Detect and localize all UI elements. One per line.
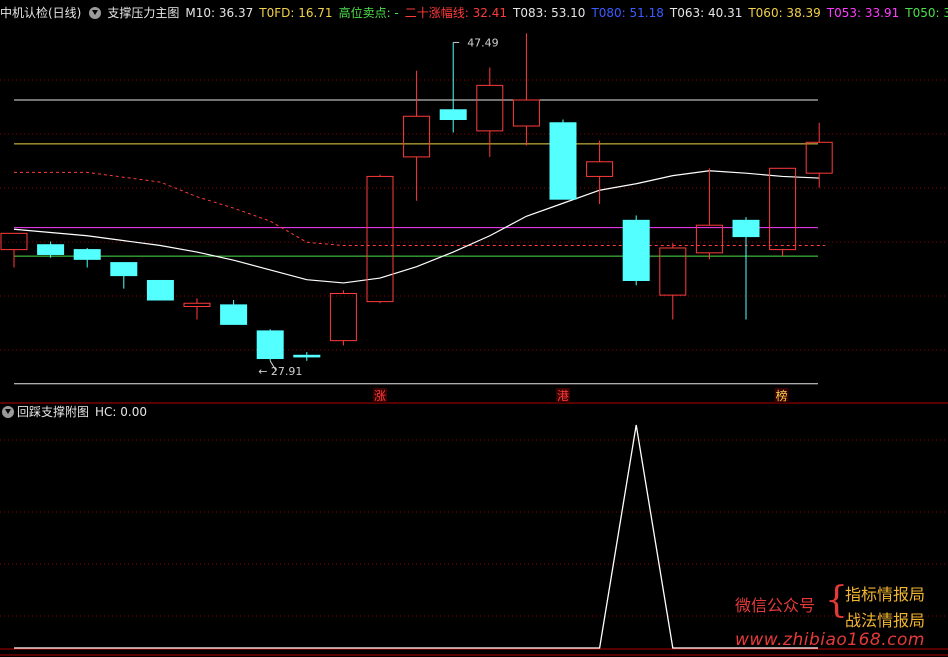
candle-body [549, 122, 577, 200]
candle-body [695, 224, 723, 254]
candle-body [622, 219, 650, 281]
annotation-label-0: 47.49 [467, 36, 499, 49]
header-value-9: T050: 31.99 [905, 6, 948, 20]
candle-body [805, 141, 833, 174]
candle-body [476, 84, 504, 132]
header-values: M10: 36.37 T0FD: 16.71 高位卖点: - 二十涨幅线: 32.41… [185, 6, 948, 20]
event-marker-1: 港 [557, 389, 569, 403]
watermark-wechat: 微信公众号 [735, 596, 816, 615]
header-value-0: M10: 36.37 [185, 6, 254, 20]
watermark: 微信公众号 { 指标情报局 战法情报局 www.zhibiao168.com [735, 578, 945, 656]
chart-canvas[interactable]: 47.49 ← 27.91 涨 港 榜 [0, 0, 948, 657]
candle-body [0, 232, 28, 251]
watermark-url: www.zhibiao168.com [735, 630, 925, 650]
candle-body [293, 354, 321, 358]
header-value-5: T080: 51.18 [591, 6, 664, 20]
candle-body [512, 99, 540, 127]
candle-body [37, 244, 65, 255]
sub-chart-header: 回踩支撑附图 HC: 0.00 [0, 403, 147, 421]
dashed-support-line [14, 171, 826, 247]
hc-line [14, 424, 818, 649]
candle-body [329, 292, 357, 342]
watermark-line2: 战法情报局 [845, 611, 926, 630]
sub-indicator-title[interactable]: 回踩支撑附图 [17, 405, 89, 419]
candle-body [732, 219, 760, 238]
dropdown-icon[interactable] [2, 406, 14, 418]
candle-body [110, 262, 138, 277]
indicator-title[interactable]: 支撑压力主图 [107, 6, 179, 20]
candle-body [769, 167, 797, 251]
event-marker-2: 榜 [776, 388, 788, 403]
header-value-3: 二十涨幅线: 32.41 [404, 6, 507, 20]
header-value-2: 高位卖点: - [338, 6, 399, 20]
stock-title[interactable]: 中机认检(日线) [0, 6, 81, 20]
dropdown-icon[interactable] [89, 7, 102, 19]
candle-body [183, 302, 211, 308]
annotation-label-1: ← 27.91 [258, 365, 302, 378]
candle-body [366, 175, 394, 303]
event-marker-0: 涨 [374, 388, 386, 403]
header-value-4: T083: 53.10 [512, 6, 586, 20]
header-value-8: T053: 33.91 [826, 6, 900, 20]
header-value-6: T063: 40.31 [669, 6, 743, 20]
candle-body [659, 247, 687, 296]
candle-body [220, 304, 248, 325]
candle-body [586, 161, 614, 177]
header-value-1: T0FD: 16.71 [259, 6, 333, 20]
hc-value: HC: 0.00 [95, 405, 147, 419]
candle-body [73, 249, 101, 260]
watermark-line1: 指标情报局 [845, 585, 926, 604]
candle-body [146, 279, 174, 301]
main-chart-header: 中机认检(日线) 支撑压力主图 M10: 36.37 T0FD: 16.71 高位卖点:… [0, 0, 948, 26]
header-value-7: T060: 38.39 [748, 6, 821, 20]
candle-body [439, 109, 467, 121]
candle-body [403, 115, 431, 158]
candle-body [256, 330, 284, 360]
